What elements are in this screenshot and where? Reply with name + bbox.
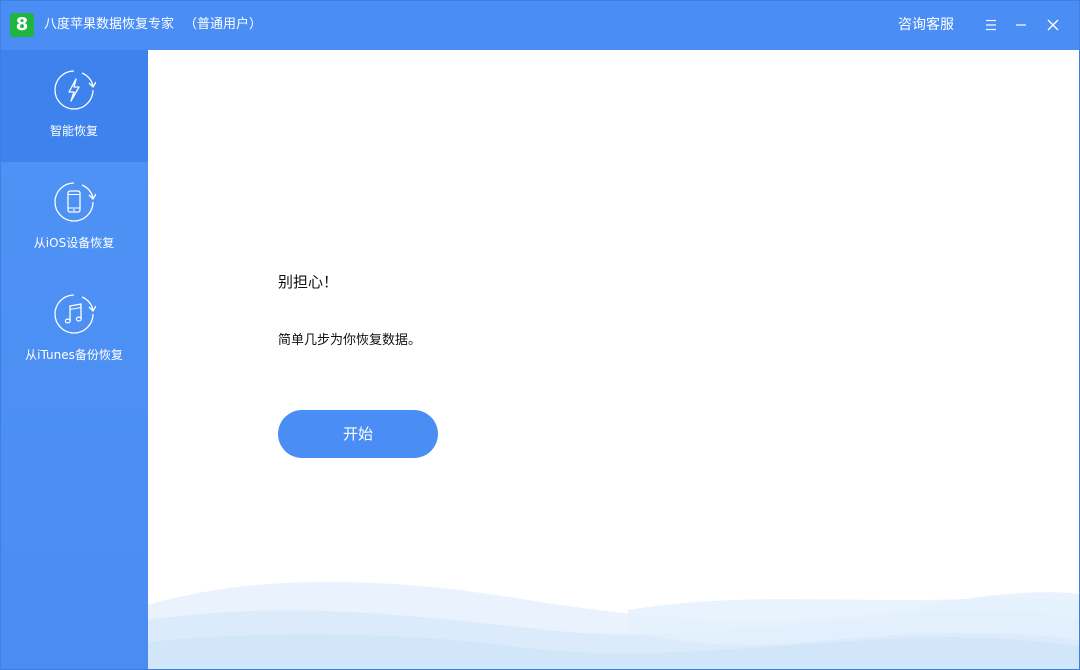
sidebar-item-ios-device[interactable]: 从iOS设备恢复 [0, 162, 148, 274]
sidebar-item-itunes-backup[interactable]: 从iTunes备份恢复 [0, 274, 148, 386]
sidebar: 智能恢复 从iOS设备恢复 从iTunes备份恢复 [0, 50, 148, 670]
user-type-label: （普通用户） [184, 17, 263, 32]
start-button[interactable]: 开始 [278, 410, 438, 458]
phone-recovery-icon [52, 180, 97, 224]
customer-support-link[interactable]: 咨询客服 [898, 16, 954, 34]
subheadline: 简单几步为你恢复数据。 [278, 333, 422, 348]
music-recovery-icon [52, 292, 97, 336]
close-icon[interactable] [1043, 15, 1063, 35]
sidebar-item-label: 从iTunes备份恢复 [25, 348, 123, 362]
sidebar-item-label: 智能恢复 [49, 124, 98, 138]
sidebar-item-label: 从iOS设备恢复 [33, 236, 115, 250]
app-logo-icon: 8 [10, 13, 34, 37]
menu-icon[interactable] [981, 15, 1001, 35]
title-bar: 8 八度苹果数据恢复专家 （普通用户） 咨询客服 [0, 0, 1080, 50]
sidebar-item-smart-recovery[interactable]: 智能恢复 [0, 50, 148, 162]
main-panel: 别担心！ 简单几步为你恢复数据。 开始 [148, 50, 1080, 670]
app-name: 八度苹果数据恢复专家 [44, 17, 175, 32]
headline: 别担心！ [278, 273, 339, 291]
app-title: 八度苹果数据恢复专家 （普通用户） [44, 16, 262, 34]
wave-decoration [148, 581, 1080, 670]
minimize-icon[interactable] [1011, 15, 1031, 35]
smart-recovery-icon [52, 68, 97, 112]
